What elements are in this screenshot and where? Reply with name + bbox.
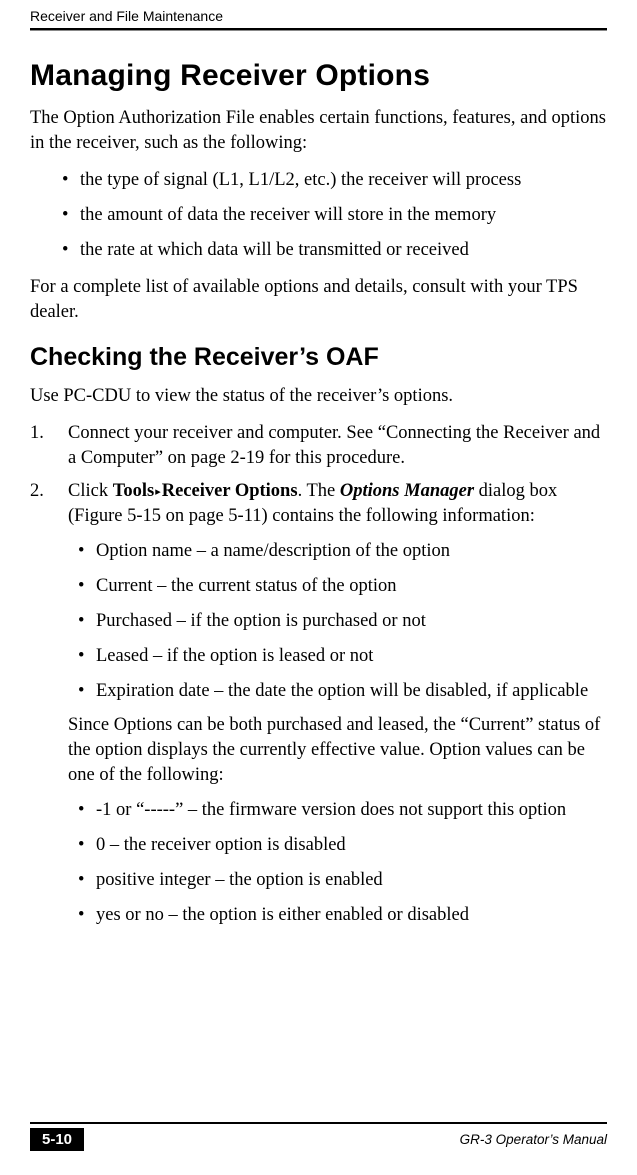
list-item: Purchased – if the option is purchased o… — [78, 609, 607, 634]
intro-bullet-list: the type of signal (L1, L1/L2, etc.) the… — [62, 168, 607, 263]
menu-name: Tools — [113, 481, 154, 501]
intro-tail-paragraph: For a complete list of available options… — [30, 275, 607, 325]
step-item: 1. Connect your receiver and computer. S… — [30, 421, 607, 471]
steps-list: 1. Connect your receiver and computer. S… — [30, 421, 607, 929]
list-item: 0 – the receiver option is disabled — [78, 833, 607, 858]
running-header: Receiver and File Maintenance — [30, 8, 223, 24]
list-item: Expiration date – the date the option wi… — [78, 679, 607, 704]
text-fragment: Click — [68, 481, 113, 501]
page-number: 5-10 — [30, 1128, 84, 1151]
section-heading: Checking the Receiver’s OAF — [30, 343, 607, 372]
step-number: 1. — [30, 421, 60, 446]
list-item: Option name – a name/description of the … — [78, 539, 607, 564]
list-item: Leased – if the option is leased or not — [78, 644, 607, 669]
list-item: Current – the current status of the opti… — [78, 574, 607, 599]
list-item: the type of signal (L1, L1/L2, etc.) the… — [62, 168, 607, 193]
manual-title: GR-3 Operator’s Manual — [460, 1132, 607, 1147]
list-item: yes or no – the option is either enabled… — [78, 903, 607, 928]
menu-arrow-icon: ▸ — [154, 486, 162, 498]
fields-bullet-list: Option name – a name/description of the … — [78, 539, 607, 704]
step-number: 2. — [30, 479, 60, 504]
text-fragment: . The — [298, 481, 340, 501]
list-item: -1 or “-----” – the firmware version doe… — [78, 798, 607, 823]
footer-rule — [30, 1122, 607, 1124]
values-bullet-list: -1 or “-----” – the firmware version doe… — [78, 798, 607, 928]
page-title: Managing Receiver Options — [30, 59, 607, 92]
list-item: the amount of data the receiver will sto… — [62, 203, 607, 228]
section-intro: Use PC-CDU to view the status of the rec… — [30, 384, 607, 409]
step-text: Connect your receiver and computer. See … — [68, 423, 600, 468]
intro-paragraph: The Option Authorization File enables ce… — [30, 106, 607, 156]
since-paragraph: Since Options can be both purchased and … — [68, 713, 607, 788]
step-item: 2. Click Tools▸Receiver Options. The Opt… — [30, 479, 607, 929]
header-rule — [30, 28, 607, 31]
menu-item-name: Receiver Options — [162, 481, 298, 501]
dialog-name: Options Manager — [340, 481, 474, 501]
page-footer: 5-10 GR-3 Operator’s Manual — [0, 1122, 637, 1151]
list-item: positive integer – the option is enabled — [78, 868, 607, 893]
list-item: the rate at which data will be transmitt… — [62, 238, 607, 263]
step-text: Click Tools▸Receiver Options. The Option… — [68, 481, 557, 526]
